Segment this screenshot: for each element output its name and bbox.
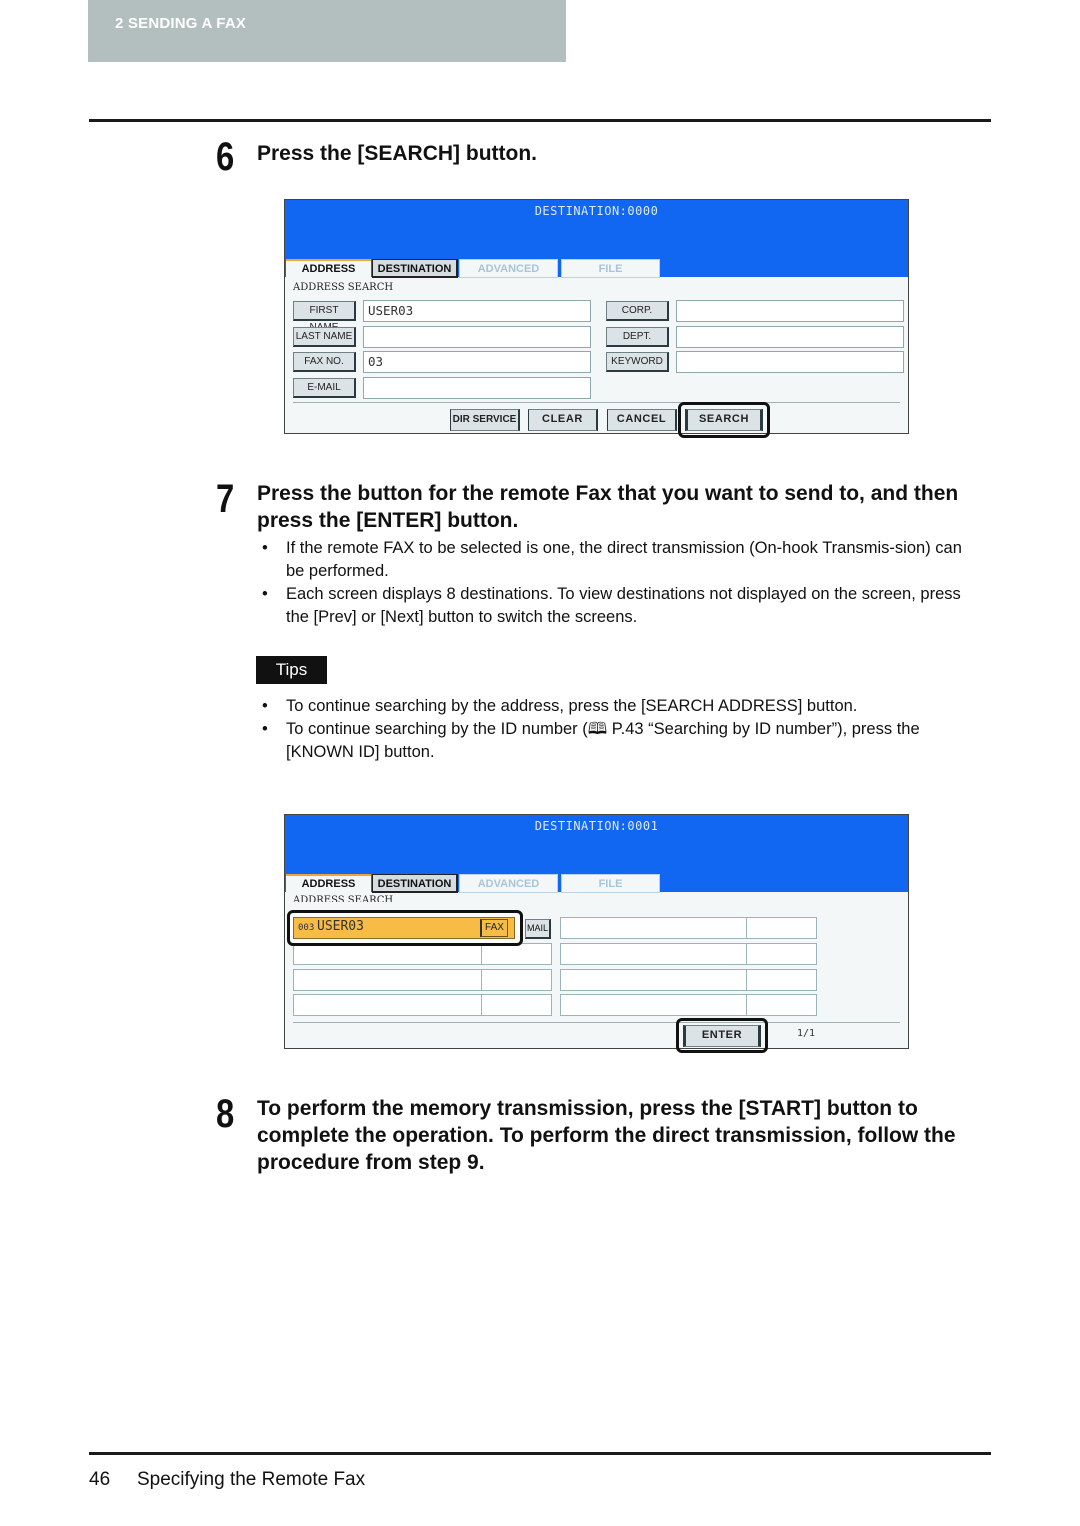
divider xyxy=(293,402,900,403)
section-label: ADDRESS SEARCH xyxy=(293,282,394,293)
step-7-notes: If the remote FAX to be selected is one,… xyxy=(262,537,982,629)
result-slot[interactable] xyxy=(560,917,747,939)
destination-type: FAX xyxy=(480,919,508,937)
divider xyxy=(293,1022,900,1023)
step-number: 7 xyxy=(216,477,235,521)
result-slot[interactable] xyxy=(293,994,482,1016)
section-divider xyxy=(89,119,991,122)
result-slot-type[interactable] xyxy=(746,917,817,939)
dir-service-button[interactable]: DIR SERVICE xyxy=(450,409,520,431)
result-slot-type[interactable] xyxy=(746,994,817,1016)
corp-field[interactable] xyxy=(676,300,904,322)
fax-no-button[interactable]: FAX NO. xyxy=(293,352,356,372)
page-indicator: 1/1 xyxy=(797,1028,816,1039)
tip-item: To continue searching by the ID number (… xyxy=(262,718,982,764)
selected-destination-button[interactable]: 003 USER03 FAX xyxy=(293,917,515,939)
destination-counter: DESTINATION:0001 xyxy=(534,819,659,833)
result-slot[interactable] xyxy=(560,969,747,991)
cancel-button[interactable]: CANCEL xyxy=(607,409,677,431)
results-screen-panel: DESTINATION:0001 ADDRESS DESTINATION ADV… xyxy=(284,814,909,1053)
result-slot-type[interactable] xyxy=(481,943,552,965)
tab-file[interactable]: FILE xyxy=(561,259,660,278)
dept-field[interactable] xyxy=(676,326,904,348)
result-slot-type[interactable] xyxy=(481,969,552,991)
destination-name: USER03 xyxy=(317,919,364,934)
result-slot[interactable] xyxy=(560,994,747,1016)
destination-index: 003 xyxy=(298,923,315,933)
result-slot-type[interactable] xyxy=(746,969,817,991)
step-title: To perform the memory transmission, pres… xyxy=(257,1097,956,1174)
result-slot[interactable] xyxy=(560,943,747,965)
note-item: Each screen displays 8 destinations. To … xyxy=(262,583,982,629)
note-item: If the remote FAX to be selected is one,… xyxy=(262,537,982,583)
footer-divider xyxy=(89,1452,991,1455)
keyword-button[interactable]: KEYWORD xyxy=(606,352,669,372)
page-footer: 46 Specifying the Remote Fax xyxy=(89,1469,365,1491)
tab-address[interactable]: ADDRESS xyxy=(286,874,371,895)
tab-destination[interactable]: DESTINATION xyxy=(372,874,458,893)
page-number: 46 xyxy=(89,1469,111,1490)
chapter-header: 2 SENDING A FAX xyxy=(88,0,566,62)
tab-destination[interactable]: DESTINATION xyxy=(372,259,458,278)
first-name-button[interactable]: FIRST NAME xyxy=(293,301,356,333)
last-name-field[interactable] xyxy=(363,326,591,348)
chapter-label: 2 SENDING A FAX xyxy=(115,15,247,32)
tips-list: To continue searching by the address, pr… xyxy=(262,695,982,764)
tab-advanced[interactable]: ADVANCED xyxy=(459,874,558,893)
result-slot[interactable] xyxy=(293,943,482,965)
email-button[interactable]: E-MAIL xyxy=(293,378,356,398)
email-field[interactable] xyxy=(363,377,591,399)
result-slot-type[interactable] xyxy=(481,994,552,1016)
search-screen-panel: DESTINATION:0000 ADDRESS DESTINATION ADV… xyxy=(284,199,909,438)
result-slot-type[interactable] xyxy=(746,943,817,965)
clear-button[interactable]: CLEAR xyxy=(528,409,598,431)
tip-item: To continue searching by the address, pr… xyxy=(262,695,982,718)
first-name-field[interactable]: USER03 xyxy=(363,300,591,322)
last-name-button[interactable]: LAST NAME xyxy=(293,327,356,347)
tab-address[interactable]: ADDRESS xyxy=(286,259,371,280)
email-type-tag: MAIL xyxy=(525,919,551,939)
step-number: 6 xyxy=(216,135,235,179)
corp-button[interactable]: CORP. xyxy=(606,301,669,321)
section-label: ADDRESS SEARCH xyxy=(293,895,394,902)
step-number: 8 xyxy=(216,1092,235,1136)
step-title: Press the button for the remote Fax that… xyxy=(257,482,959,532)
keyword-field[interactable] xyxy=(676,351,904,373)
tab-file[interactable]: FILE xyxy=(561,874,660,893)
destination-counter: DESTINATION:0000 xyxy=(534,204,659,218)
search-button[interactable]: SEARCH xyxy=(685,409,763,431)
result-slot[interactable] xyxy=(293,969,482,991)
tab-advanced[interactable]: ADVANCED xyxy=(459,259,558,278)
enter-button[interactable]: ENTER xyxy=(683,1025,761,1047)
dept-button[interactable]: DEPT. xyxy=(606,327,669,347)
footer-title: Specifying the Remote Fax xyxy=(137,1469,366,1490)
step-title: Press the [SEARCH] button. xyxy=(257,142,538,165)
tips-badge: Tips xyxy=(256,656,327,684)
fax-no-field[interactable]: 03 xyxy=(363,351,591,373)
